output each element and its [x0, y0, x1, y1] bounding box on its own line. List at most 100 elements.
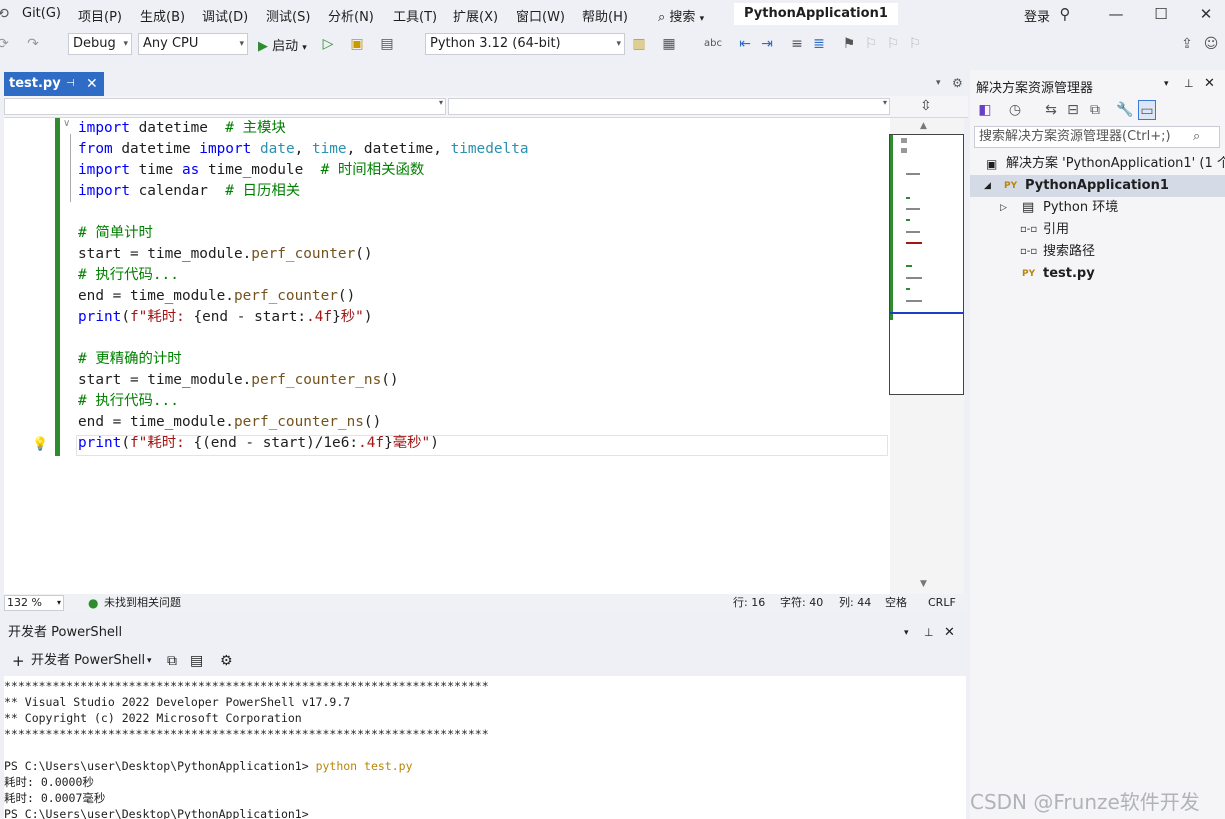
- package-icon[interactable]: ▥: [630, 34, 648, 54]
- menu-extensions[interactable]: 扩展(X): [453, 6, 498, 25]
- paste-icon[interactable]: ▤: [190, 648, 203, 674]
- outdent-icon[interactable]: ⇥: [758, 34, 776, 54]
- search-button[interactable]: ⌕ 搜索 ▾: [658, 6, 704, 25]
- indent-icon[interactable]: ⇤: [736, 34, 754, 54]
- scope-dropdown[interactable]: ▾: [4, 98, 446, 115]
- tree-item-python-env[interactable]: ▷ ▤ Python 环境: [970, 197, 1225, 219]
- panel-dropdown-icon[interactable]: ▾: [1164, 79, 1169, 89]
- chevron-down-icon[interactable]: ▾: [147, 648, 152, 674]
- menu-test[interactable]: 测试(S): [266, 6, 310, 25]
- eol-indicator[interactable]: CRLF: [928, 594, 956, 612]
- scroll-down-icon[interactable]: ▼: [920, 579, 927, 589]
- code-line[interactable]: # 简单计时: [78, 223, 529, 244]
- pin-icon[interactable]: ⊣: [66, 72, 75, 96]
- pin-icon[interactable]: ⊥: [924, 620, 934, 646]
- code-line[interactable]: print(f"耗时: {(end - start)/1e6:.4f}毫秒"): [78, 433, 529, 454]
- start-without-debug-icon[interactable]: ▷: [319, 34, 337, 54]
- show-all-files-icon[interactable]: ⧉: [1086, 100, 1104, 120]
- account-icon[interactable]: ⚲: [1055, 4, 1075, 24]
- code-line[interactable]: print(f"耗时: {end - start:.4f}秒"): [78, 307, 529, 328]
- layout-icon[interactable]: ▦: [660, 34, 678, 54]
- new-terminal-button[interactable]: 开发者 PowerShell: [31, 648, 145, 674]
- back-icon[interactable]: ⟲: [0, 4, 12, 24]
- code-line[interactable]: # 执行代码...: [78, 391, 529, 412]
- tree-item-test-py[interactable]: PY test.py: [970, 263, 1225, 285]
- tree-item-solution[interactable]: ▣ 解决方案 'PythonApplication1' (1 个: [970, 153, 1225, 175]
- maximize-icon[interactable]: ☐: [1151, 4, 1171, 24]
- spellcheck-icon[interactable]: abc: [704, 34, 722, 54]
- pin-icon[interactable]: ⊥: [1184, 77, 1194, 90]
- solution-search-input[interactable]: 搜索解决方案资源管理器(Ctrl+;) ⌕: [974, 126, 1220, 148]
- close-panel-icon[interactable]: ✕: [1204, 76, 1215, 91]
- tab-test-py[interactable]: test.py ⊣ ✕: [4, 72, 104, 96]
- start-button[interactable]: ▶ 启动 ▾: [258, 35, 307, 54]
- code-line[interactable]: end = time_module.perf_counter_ns(): [78, 412, 529, 433]
- expanded-icon[interactable]: ◢: [984, 175, 991, 197]
- menu-tools[interactable]: 工具(T): [393, 6, 437, 25]
- vs-solution-icon[interactable]: ◧: [976, 100, 994, 120]
- terminal-output[interactable]: ****************************************…: [4, 676, 966, 819]
- add-icon[interactable]: +: [12, 648, 25, 674]
- collapse-all-icon[interactable]: ⊟: [1064, 100, 1082, 120]
- close-icon[interactable]: ✕: [1196, 4, 1216, 24]
- minimize-icon[interactable]: —: [1106, 4, 1126, 24]
- collapse-icon[interactable]: ∨: [63, 118, 70, 129]
- sync-icon[interactable]: ⇆: [1042, 100, 1060, 120]
- menu-help[interactable]: 帮助(H): [582, 6, 628, 25]
- tree-item-search-paths[interactable]: ▫-▫ 搜索路径: [970, 241, 1225, 263]
- code-line[interactable]: start = time_module.perf_counter_ns(): [78, 370, 529, 391]
- scroll-up-icon[interactable]: ▲: [920, 121, 927, 131]
- menu-debug[interactable]: 调试(D): [202, 6, 248, 25]
- platform-dropdown[interactable]: Any CPU ▾: [138, 33, 248, 55]
- bookmark-next-icon[interactable]: ⚐: [884, 34, 902, 54]
- code-line[interactable]: import calendar # 日历相关: [78, 181, 529, 202]
- login-link[interactable]: 登录: [1024, 6, 1050, 25]
- config-dropdown[interactable]: Debug ▾: [68, 33, 132, 55]
- code-line[interactable]: ​: [78, 328, 529, 349]
- uncomment-icon[interactable]: ≣: [810, 34, 828, 54]
- redo-icon[interactable]: ↷: [24, 34, 42, 54]
- code-line[interactable]: import time as time_module # 时间相关函数: [78, 160, 529, 181]
- code-line[interactable]: ​: [78, 202, 529, 223]
- code-line[interactable]: end = time_module.perf_counter(): [78, 286, 529, 307]
- issues-status[interactable]: 未找到相关问题: [104, 594, 181, 612]
- bookmark-prev-icon[interactable]: ⚐: [862, 34, 880, 54]
- member-dropdown[interactable]: ▾: [448, 98, 890, 115]
- menu-build[interactable]: 生成(B): [140, 6, 185, 25]
- feedback-icon[interactable]: ☺: [1202, 34, 1220, 54]
- gear-icon[interactable]: ⚙: [952, 76, 963, 90]
- menu-project[interactable]: 项目(P): [78, 6, 122, 25]
- share-icon[interactable]: ⇪: [1178, 34, 1196, 54]
- comment-icon[interactable]: ≡: [788, 34, 806, 54]
- code-line[interactable]: start = time_module.perf_counter(): [78, 244, 529, 265]
- folder-icon[interactable]: ▣: [348, 34, 366, 54]
- code-editor[interactable]: ∨ 💡 import datetime # 主模块 from datetime i…: [4, 118, 890, 594]
- window-layout-icon[interactable]: ▤: [378, 34, 396, 54]
- lightbulb-icon[interactable]: 💡: [32, 437, 48, 452]
- history-icon[interactable]: ◷: [1006, 100, 1024, 120]
- close-panel-icon[interactable]: ✕: [944, 620, 955, 646]
- preview-icon[interactable]: ▭: [1138, 100, 1156, 120]
- tree-item-project[interactable]: ◢ PY PythonApplication1: [970, 175, 1225, 197]
- tree-item-references[interactable]: ▫-▫ 引用: [970, 219, 1225, 241]
- close-tab-icon[interactable]: ✕: [86, 72, 98, 96]
- split-icon[interactable]: ⇳: [920, 98, 932, 114]
- zoom-dropdown[interactable]: 132 % ▾: [4, 595, 64, 611]
- code-text[interactable]: import datetime # 主模块 from datetime impor…: [78, 118, 529, 454]
- panel-dropdown-icon[interactable]: ▾: [904, 620, 909, 646]
- menu-git[interactable]: Git(G): [22, 6, 61, 21]
- spacing-indicator[interactable]: 空格: [885, 594, 907, 612]
- python-env-dropdown[interactable]: Python 3.12 (64-bit) ▾: [425, 33, 625, 55]
- code-line[interactable]: import datetime # 主模块: [78, 118, 529, 139]
- gear-icon[interactable]: ⚙: [220, 648, 233, 674]
- collapsed-icon[interactable]: ▷: [1000, 197, 1007, 219]
- copy-icon[interactable]: ⧉: [167, 648, 177, 674]
- char-indicator[interactable]: 字符: 40: [780, 594, 823, 612]
- redo-icon[interactable]: ⟳: [0, 34, 12, 54]
- properties-icon[interactable]: 🔧: [1116, 100, 1134, 120]
- menu-window[interactable]: 窗口(W): [516, 6, 565, 25]
- bookmark-clear-icon[interactable]: ⚐: [906, 34, 924, 54]
- code-line[interactable]: from datetime import date, time, datetim…: [78, 139, 529, 160]
- menu-analyze[interactable]: 分析(N): [328, 6, 374, 25]
- code-line[interactable]: # 更精确的计时: [78, 349, 529, 370]
